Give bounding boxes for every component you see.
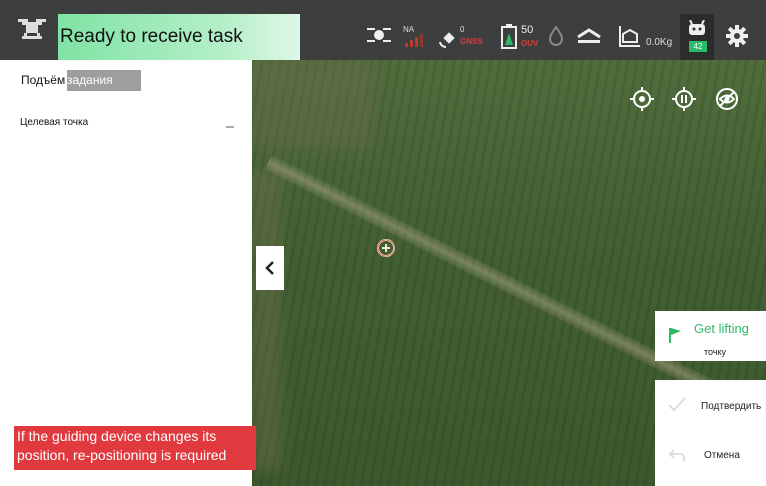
settings-gear-icon[interactable]	[726, 25, 748, 47]
drone-logo-icon[interactable]	[14, 12, 50, 48]
target-point-label: Целевая точка	[20, 117, 89, 128]
battery-value: 50	[521, 24, 534, 36]
payload-weight-icon	[619, 26, 640, 47]
map-field-patch	[252, 60, 372, 150]
gnss-count: 0	[460, 25, 465, 34]
remote-controller-icon	[689, 20, 705, 35]
check-icon	[668, 397, 686, 412]
undo-icon	[668, 449, 685, 461]
confirm-button[interactable]: Подтвердить	[701, 401, 761, 412]
map-target-marker-icon[interactable]	[376, 238, 396, 258]
flight-status-text: Ready to receive task	[60, 26, 243, 47]
takeoff-label: Подъём	[21, 73, 66, 87]
map-field-edge	[252, 170, 282, 470]
view-toggle-eye-icon[interactable]	[715, 87, 739, 111]
center-map-icon[interactable]	[672, 87, 696, 111]
terrain-follow-icon	[577, 28, 601, 43]
get-lifting-subtitle: точку	[704, 347, 727, 357]
battery-icon	[501, 24, 517, 49]
flag-icon	[669, 328, 681, 343]
satellite-icon	[439, 32, 455, 48]
collapse-panel-button[interactable]	[256, 246, 284, 290]
signal-bars-icon	[405, 34, 423, 47]
payload-weight: 0.0Kg	[646, 37, 673, 48]
rc-battery-value: 42	[689, 41, 707, 52]
drone-status-icon	[367, 28, 391, 42]
locate-drone-icon[interactable]	[630, 87, 654, 111]
gnss-label: GNSS	[460, 37, 483, 46]
takeoff-value[interactable]: задания	[67, 70, 141, 91]
spray-drop-icon	[548, 26, 564, 46]
get-lifting-title: Get lifting	[694, 321, 749, 336]
target-point-value	[226, 126, 234, 128]
cancel-button[interactable]: Отмена	[704, 450, 740, 461]
repositioning-warning: If the guiding device changes its positi…	[14, 426, 256, 470]
battery-unit: OUV	[521, 39, 539, 48]
chevron-left-icon	[265, 261, 274, 275]
